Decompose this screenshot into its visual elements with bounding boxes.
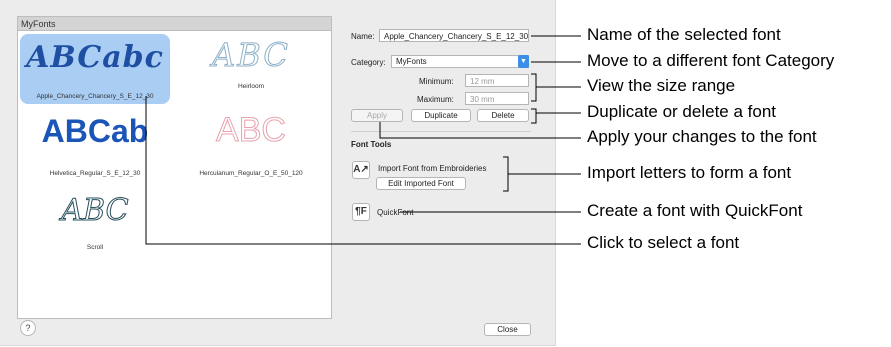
callout-select: Click to select a font (587, 233, 740, 252)
callout-import: Import letters to form a font (587, 163, 792, 182)
callout-line-apply (379, 122, 581, 139)
callout-apply: Apply your changes to the font (587, 127, 817, 146)
callout-duplicate: Duplicate or delete a font (587, 102, 777, 121)
callout-category: Move to a different font Category (587, 51, 835, 70)
callout-line-import (503, 156, 581, 192)
callout-line-select (145, 96, 581, 245)
callout-quickfont: Create a font with QuickFont (587, 201, 803, 220)
callout-line-duplicate (531, 108, 581, 124)
callout-size: View the size range (587, 76, 736, 95)
callout-name: Name of the selected font (587, 25, 781, 44)
callout-line-size (531, 73, 581, 102)
